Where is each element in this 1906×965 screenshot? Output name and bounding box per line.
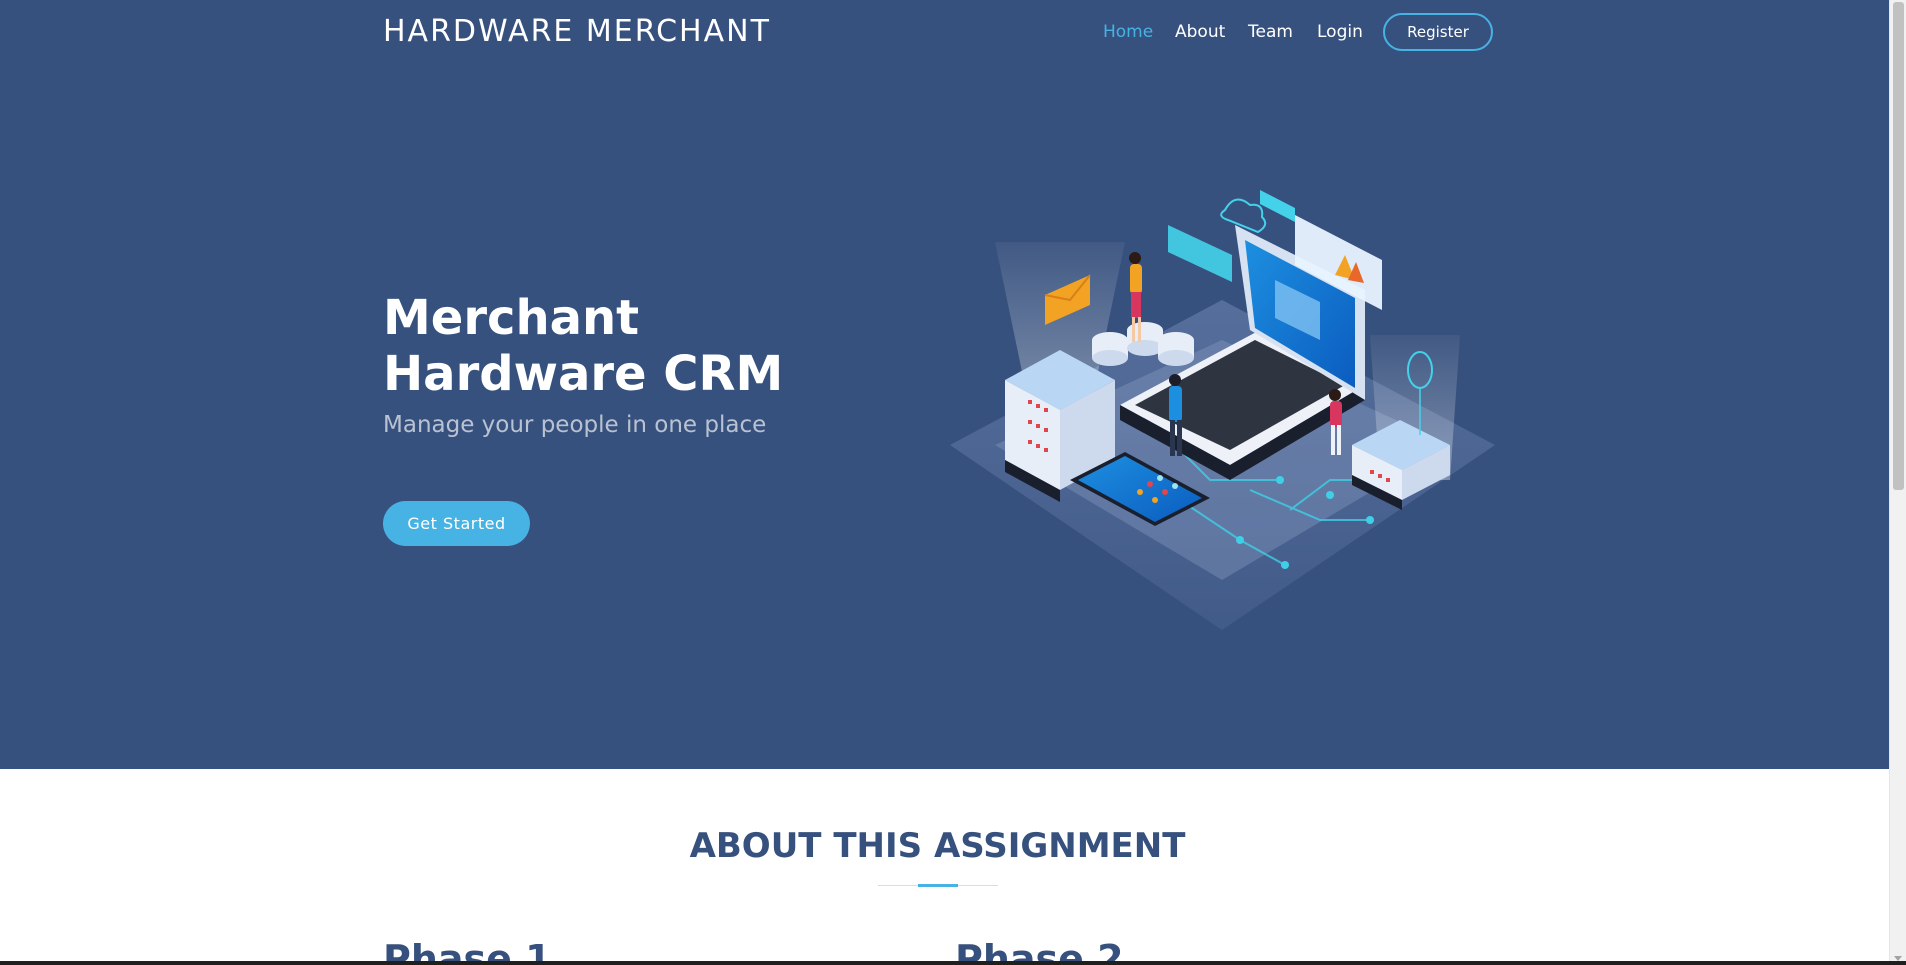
nav-home-link[interactable]: Home: [1103, 22, 1153, 42]
hero-subtitle: Manage your people in one place: [383, 412, 767, 438]
window-bottom-edge: [0, 961, 1906, 965]
page: HARDWARE MERCHANT Home About Team Login …: [0, 0, 1889, 965]
hero-section: HARDWARE MERCHANT Home About Team Login …: [0, 0, 1889, 769]
get-started-button[interactable]: Get Started: [383, 501, 530, 546]
hero-illustration: [950, 190, 1495, 630]
about-section-title: ABOUT THIS ASSIGNMENT: [689, 826, 1186, 866]
nav-about-link[interactable]: About: [1175, 22, 1225, 42]
scrollbar-thumb[interactable]: [1893, 2, 1904, 490]
nav-login-link[interactable]: Login: [1317, 22, 1363, 42]
hero-title: Merchant Hardware CRM: [383, 290, 784, 402]
register-button[interactable]: Register: [1383, 13, 1493, 51]
site-logo[interactable]: HARDWARE MERCHANT: [383, 14, 771, 49]
vertical-scrollbar[interactable]: [1889, 0, 1906, 965]
nav-team-link[interactable]: Team: [1248, 22, 1293, 42]
title-divider-accent: [918, 884, 958, 887]
